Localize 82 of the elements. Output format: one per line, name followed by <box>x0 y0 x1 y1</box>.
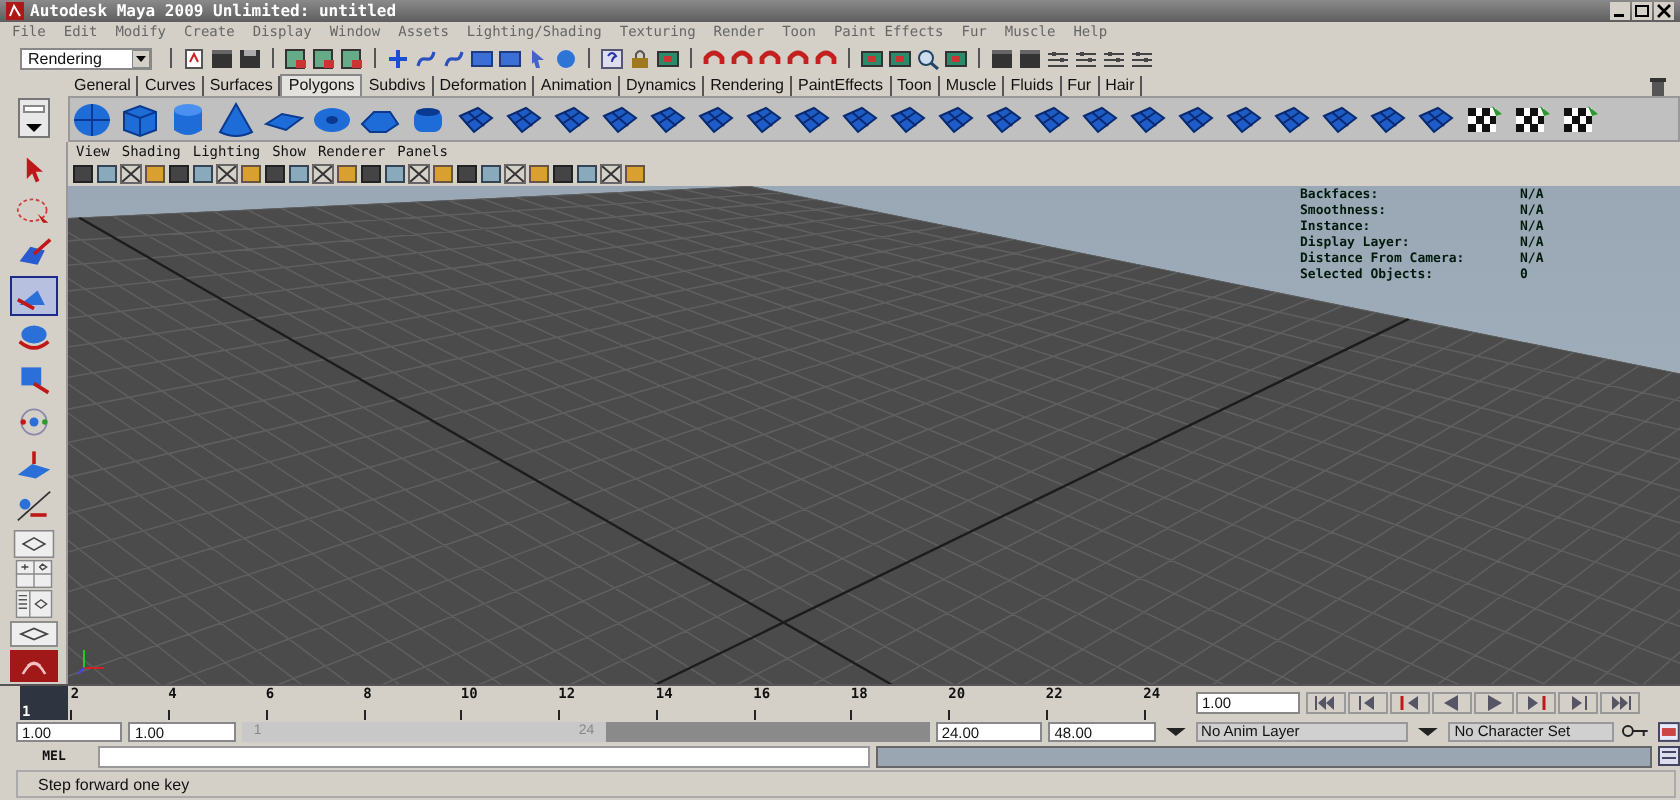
dropdown-arrow-icon <box>132 49 150 67</box>
close-icon[interactable] <box>1654 2 1674 20</box>
clapperboard-icon[interactable] <box>210 47 234 69</box>
persp-layout-icon[interactable] <box>9 620 57 648</box>
panel-tool-icon[interactable] <box>240 164 262 184</box>
tile-icon[interactable] <box>498 47 522 69</box>
single-view-layout-icon[interactable] <box>9 530 57 558</box>
magnet-icon[interactable] <box>814 47 838 69</box>
panel-tool-icon[interactable] <box>552 164 574 184</box>
magnifier-icon[interactable] <box>916 47 940 69</box>
restore-icon[interactable] <box>1632 2 1652 20</box>
preferences-icon[interactable] <box>1658 721 1680 741</box>
window-title: Autodesk Maya 2009 Unlimited: untitled <box>30 0 397 22</box>
shelf-tab[interactable]: Polygons <box>280 74 363 96</box>
panel-tool-icon[interactable] <box>480 164 502 184</box>
panel-tool-icon[interactable] <box>360 164 382 184</box>
panel-tool-icon[interactable] <box>624 164 646 184</box>
key-icon[interactable] <box>1620 722 1653 740</box>
panel-tool-icon[interactable] <box>96 164 118 184</box>
selection-mask-icon[interactable] <box>312 47 336 69</box>
panel-tool-icon[interactable] <box>168 164 190 184</box>
next-key-icon[interactable] <box>1516 692 1556 714</box>
curve-icon[interactable] <box>414 47 438 69</box>
panel-tool-icon[interactable] <box>600 164 622 184</box>
panel-tool-icon[interactable] <box>528 164 550 184</box>
panel-tool-icon[interactable] <box>144 164 166 184</box>
minimize-icon[interactable] <box>1610 2 1630 20</box>
move-tool-icon[interactable] <box>9 276 57 316</box>
panel-tool-icon[interactable] <box>120 164 142 184</box>
clapperboard-icon[interactable] <box>1018 47 1042 69</box>
dropdown-arrow-icon[interactable] <box>1161 722 1190 740</box>
axis-gizmo-icon <box>76 644 108 676</box>
go-to-start-icon[interactable] <box>1306 692 1346 714</box>
magnet-icon[interactable] <box>758 47 782 69</box>
panel-tool-icon[interactable] <box>288 164 310 184</box>
play-backward-icon[interactable] <box>1432 692 1472 714</box>
dropdown-arrow-icon[interactable] <box>1414 722 1443 740</box>
sliders-icon[interactable] <box>1074 47 1098 69</box>
panel-tool-icon[interactable] <box>312 164 334 184</box>
help-icon[interactable] <box>600 47 624 69</box>
shelf-menu-icon[interactable] <box>18 98 50 138</box>
trash-icon[interactable] <box>1648 76 1668 96</box>
sliders-icon[interactable] <box>1130 47 1154 69</box>
sliders-icon[interactable] <box>1046 47 1070 69</box>
plus-icon[interactable] <box>386 47 410 69</box>
cone-icon[interactable] <box>214 99 258 139</box>
panel-tool-icon[interactable] <box>384 164 406 184</box>
panel-tool-icon[interactable] <box>336 164 358 184</box>
clapperboard-icon[interactable] <box>990 47 1014 69</box>
cube-icon[interactable] <box>118 99 162 139</box>
magnet-icon[interactable] <box>730 47 754 69</box>
sliders-icon[interactable] <box>1102 47 1126 69</box>
sphere-icon[interactable] <box>554 47 578 69</box>
panel-tool-icon[interactable] <box>72 164 94 184</box>
app-logo-icon <box>6 2 24 20</box>
panel-tool-icon[interactable] <box>456 164 478 184</box>
magnet-icon[interactable] <box>702 47 726 69</box>
selection-mask-icon[interactable] <box>340 47 364 69</box>
selection-mask-icon[interactable] <box>284 47 308 69</box>
curve-icon[interactable] <box>442 47 466 69</box>
panel-tool-icon[interactable] <box>264 164 286 184</box>
step-back-icon[interactable] <box>1390 692 1430 714</box>
play-forward-icon[interactable] <box>1474 692 1514 714</box>
app-logo-icon <box>7 650 59 682</box>
panel-tool-icon[interactable] <box>216 164 238 184</box>
panel-tool-icon[interactable] <box>504 164 526 184</box>
command-input-field[interactable] <box>98 745 870 767</box>
previous-key-icon[interactable] <box>1348 692 1388 714</box>
menu-set-dropdown[interactable]: Rendering <box>20 47 152 69</box>
help-text: Step forward one key <box>36 775 190 793</box>
lock-icon[interactable] <box>628 47 652 69</box>
magnet-icon[interactable] <box>786 47 810 69</box>
tile-icon[interactable] <box>470 47 494 69</box>
sphere-icon[interactable] <box>70 99 114 139</box>
panel-tool-icon[interactable] <box>432 164 454 184</box>
panel-tool-icon[interactable] <box>576 164 598 184</box>
panel-tool-icon[interactable] <box>408 164 430 184</box>
script-editor-icon[interactable] <box>1658 746 1680 766</box>
page-icon[interactable] <box>182 47 206 69</box>
panel-tool-icon[interactable] <box>192 164 214 184</box>
step-forward-icon[interactable] <box>1558 692 1598 714</box>
go-to-end-icon[interactable] <box>1600 692 1640 714</box>
